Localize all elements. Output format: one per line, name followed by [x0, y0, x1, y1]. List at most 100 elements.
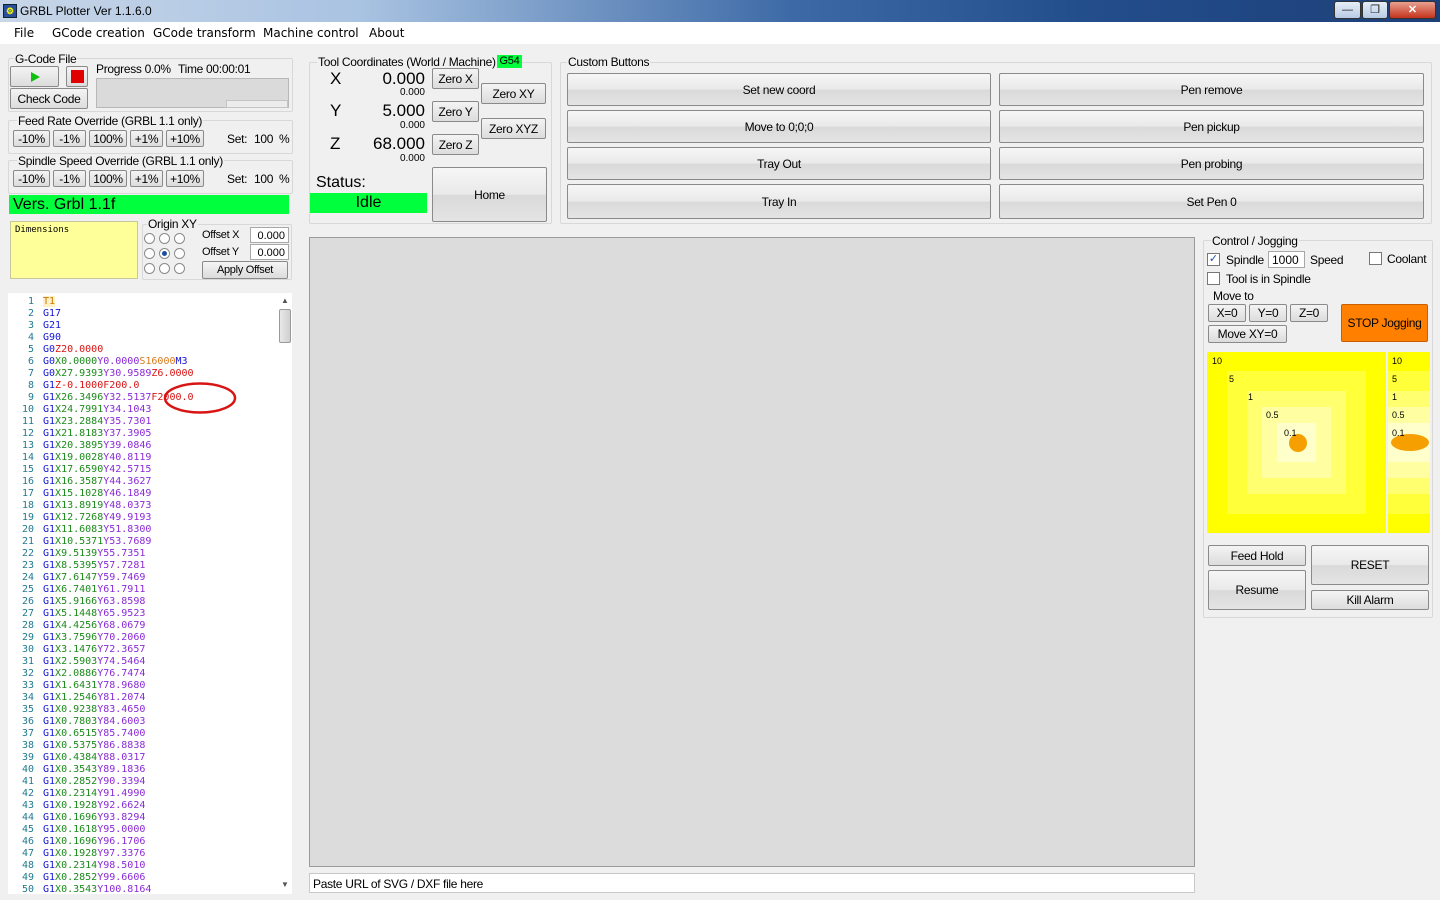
pen-pickup-button[interactable]: Pen pickup [999, 110, 1424, 143]
gcode-token: G90 [43, 332, 62, 343]
line-number: 48 [21, 860, 34, 871]
gcode-token: Y84.6003 [97, 716, 146, 727]
feed-hold-button[interactable]: Feed Hold [1208, 545, 1306, 566]
axis-x-label: X [330, 69, 342, 88]
check-code-button[interactable]: Check Code [10, 88, 88, 109]
set-pen-0-button[interactable]: Set Pen 0 [999, 184, 1424, 219]
home-button[interactable]: Home [432, 167, 547, 222]
spindle-plus-10-button[interactable]: +10% [166, 170, 204, 187]
line-number: 9 [27, 392, 34, 403]
close-button[interactable]: ✕ [1389, 1, 1436, 19]
line-number: 45 [21, 824, 34, 835]
set-new-coord-button[interactable]: Set new coord [567, 73, 991, 106]
gcode-token: G1 [43, 872, 56, 883]
zero-xyz-button[interactable]: Zero XYZ [481, 118, 546, 139]
menu-machine-control[interactable]: Machine control [263, 26, 359, 40]
origin-center-radio[interactable] [159, 248, 170, 259]
gcode-token: G1 [43, 644, 56, 655]
scroll-down-arrow-icon[interactable]: ▼ [281, 880, 289, 889]
play-button[interactable] [10, 66, 59, 87]
zero-xy-button[interactable]: Zero XY [481, 83, 546, 104]
move-z0-button[interactable]: Z=0 [1290, 304, 1328, 322]
feed-minus-1-button[interactable]: -1% [53, 130, 86, 147]
feed-minus-10-button[interactable]: -10% [13, 130, 50, 147]
spindle-minus-1-button[interactable]: -1% [53, 170, 86, 187]
line-number: 38 [21, 740, 34, 751]
gcode-token: G1 [43, 428, 56, 439]
move-xy0-button[interactable]: Move XY=0 [1208, 325, 1287, 343]
gcode-token: M3 [175, 356, 188, 367]
menu-gcode-transform[interactable]: GCode transform [153, 26, 256, 40]
feed-plus-1-button[interactable]: +1% [130, 130, 163, 147]
feed-100-button[interactable]: 100% [89, 130, 127, 147]
minimize-button[interactable]: — [1334, 1, 1361, 19]
scroll-up-arrow-icon[interactable]: ▲ [281, 296, 289, 305]
gcode-token: Y44.3627 [103, 476, 152, 487]
tool-in-spindle-checkbox[interactable] [1207, 272, 1220, 285]
line-number: 32 [21, 668, 34, 679]
gcode-token: Y90.3394 [97, 776, 146, 787]
move-y0-button[interactable]: Y=0 [1249, 304, 1287, 322]
origin-bottom-center-radio[interactable] [159, 263, 170, 274]
zero-y-button[interactable]: Zero Y [432, 101, 479, 122]
menu-gcode-creation[interactable]: GCode creation [52, 26, 145, 40]
origin-top-center-radio[interactable] [159, 233, 170, 244]
zero-z-button[interactable]: Zero Z [432, 134, 479, 155]
spindle-plus-1-button[interactable]: +1% [130, 170, 163, 187]
origin-top-right-radio[interactable] [174, 233, 185, 244]
gcode-line: 34 G1X1.2546Y81.2074 [8, 692, 145, 704]
drawing-canvas[interactable] [309, 237, 1195, 867]
resume-button[interactable]: Resume [1208, 570, 1306, 610]
offset-y-input[interactable]: 0.000 [250, 244, 289, 260]
gcode-token: X15.1028 [55, 488, 104, 499]
gcode-line: 8 G1Z-0.1000F200.0 [8, 380, 139, 392]
gcode-line: 47 G1X0.1928Y97.3376 [8, 848, 145, 860]
apply-offset-button[interactable]: Apply Offset [202, 261, 288, 279]
tray-out-button[interactable]: Tray Out [567, 147, 991, 180]
url-input[interactable]: Paste URL of SVG / DXF file here [309, 873, 1195, 893]
stop-jogging-button[interactable]: STOP Jogging [1341, 304, 1428, 342]
origin-middle-left-radio[interactable] [144, 248, 155, 259]
menu-about[interactable]: About [369, 26, 404, 40]
maximize-button[interactable]: ❐ [1362, 1, 1388, 19]
speed-input[interactable]: 1000 [1268, 251, 1305, 268]
line-number: 36 [21, 716, 34, 727]
origin-bottom-left-radio[interactable] [144, 263, 155, 274]
line-number: 47 [21, 848, 34, 859]
menu-file[interactable]: File [14, 26, 34, 40]
gcode-token: Y91.4990 [97, 788, 146, 799]
z-jog-pad[interactable]: 10 5 1 0.5 0.1 [1388, 352, 1430, 533]
stop-button[interactable] [66, 66, 88, 87]
spindle-checkbox[interactable]: ✓ [1207, 253, 1220, 266]
tool-coordinates-label: Tool Coordinates (World / Machine) [317, 55, 497, 69]
axis-z-label: Z [330, 134, 341, 153]
editor-scrollbar[interactable]: ▲ ▼ [279, 293, 292, 894]
gcode-line: 42 G1X0.2314Y91.4990 [8, 788, 145, 800]
scroll-thumb[interactable] [279, 309, 291, 343]
feed-plus-10-button[interactable]: +10% [166, 130, 204, 147]
origin-top-left-radio[interactable] [144, 233, 155, 244]
reset-button[interactable]: RESET [1311, 545, 1429, 585]
origin-bottom-right-radio[interactable] [174, 263, 185, 274]
xy-jog-pad[interactable]: 10 5 1 0.5 0.1 [1207, 352, 1386, 533]
zero-x-button[interactable]: Zero X [432, 68, 479, 89]
gcode-line: 6 G0X0.0000Y0.0000S16000M3 [8, 356, 188, 368]
grbl-version-banner: Vers. Grbl 1.1f [9, 195, 289, 214]
spindle-minus-10-button[interactable]: -10% [13, 170, 50, 187]
kill-alarm-button[interactable]: Kill Alarm [1311, 590, 1429, 610]
pen-probing-button[interactable]: Pen probing [999, 147, 1424, 180]
gcode-line: 29 G1X3.7596Y70.2060 [8, 632, 145, 644]
gcode-token: Y95.0000 [97, 824, 146, 835]
play-icon [30, 71, 40, 82]
tray-in-button[interactable]: Tray In [567, 184, 991, 219]
spindle-100-button[interactable]: 100% [89, 170, 127, 187]
origin-middle-right-radio[interactable] [174, 248, 185, 259]
pen-remove-button[interactable]: Pen remove [999, 73, 1424, 106]
coolant-checkbox[interactable] [1369, 252, 1382, 265]
move-x0-button[interactable]: X=0 [1208, 304, 1246, 322]
offset-x-input[interactable]: 0.000 [250, 227, 289, 243]
line-number: 22 [21, 548, 34, 559]
move-to-origin-button[interactable]: Move to 0;0;0 [567, 110, 991, 143]
gcode-editor[interactable]: 1 T1 2 G17 3 G21 4 G90 5 G0Z20.0000 6 G0X0.0000Y0.0… [8, 293, 292, 895]
z-jog-label-10: 10 [1392, 356, 1403, 366]
